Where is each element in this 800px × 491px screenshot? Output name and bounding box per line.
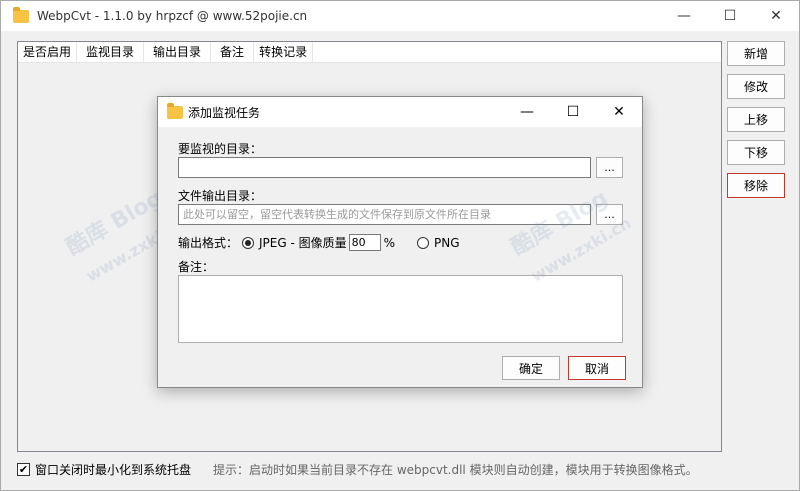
- move-up-button[interactable]: 上移: [727, 107, 785, 132]
- format-row: 输出格式： JPEG - 图像质量 80 % PNG: [178, 234, 460, 251]
- title-bar: WebpCvt - 1.1.0 by hrpzcf @ www.52pojie.…: [1, 1, 799, 31]
- dialog-title: 添加监视任务: [188, 105, 261, 120]
- dialog-minimize-button[interactable]: —: [504, 97, 550, 127]
- dialog-maximize-button[interactable]: ☐: [550, 97, 596, 127]
- dialog-window-controls: — ☐ ✕: [504, 97, 642, 127]
- folder-icon: [167, 102, 183, 119]
- png-radio[interactable]: [417, 236, 430, 249]
- output-dir-label: 文件输出目录：: [178, 189, 263, 203]
- format-label: 输出格式：: [178, 236, 239, 250]
- table-header: 是否启用 监视目录 输出目录 备注 转换记录: [18, 42, 721, 63]
- minimize-to-tray-checkbox[interactable]: ✔: [17, 462, 30, 476]
- output-dir-browse-button[interactable]: ...: [596, 204, 623, 225]
- close-button[interactable]: ✕: [753, 1, 799, 31]
- folder-icon: [13, 6, 29, 23]
- percent-label: %: [383, 235, 396, 250]
- ok-button[interactable]: 确定: [502, 356, 560, 380]
- quality-input[interactable]: 80: [348, 234, 381, 251]
- remove-button[interactable]: 移除: [727, 173, 785, 198]
- column-header-enabled[interactable]: 是否启用: [18, 42, 78, 63]
- note-textarea[interactable]: [178, 275, 623, 343]
- window-title: WebpCvt - 1.1.0 by hrpzcf @ www.52pojie.…: [37, 9, 308, 23]
- column-header-history[interactable]: 转换记录: [254, 42, 314, 63]
- output-dir-input[interactable]: 此处可以留空，留空代表转换生成的文件保存到原文件所在目录: [178, 204, 591, 225]
- column-header-note[interactable]: 备注: [211, 42, 255, 63]
- window-controls: — ☐ ✕: [661, 1, 799, 31]
- jpeg-label[interactable]: JPEG - 图像质量: [259, 234, 347, 251]
- radio-selected-dot: [245, 239, 252, 246]
- watch-dir-browse-button[interactable]: ...: [596, 157, 623, 178]
- note-label: 备注：: [178, 260, 215, 274]
- add-task-dialog: 添加监视任务 — ☐ ✕ 要监视的目录： ... 文件输出目录： 此处可以留空，…: [157, 96, 643, 388]
- minimize-button[interactable]: —: [661, 1, 707, 31]
- hint-text: 提示：启动时如果当前目录不存在 webpcvt.dll 模块则自动创建，模块用于…: [213, 462, 698, 477]
- column-header-watch-dir[interactable]: 监视目录: [77, 42, 145, 63]
- add-button[interactable]: 新增: [727, 41, 785, 66]
- watch-dir-input[interactable]: [178, 157, 591, 178]
- watch-dir-label: 要监视的目录：: [178, 142, 263, 156]
- png-label[interactable]: PNG: [434, 236, 460, 250]
- dialog-close-button[interactable]: ✕: [596, 97, 642, 127]
- maximize-button[interactable]: ☐: [707, 1, 753, 31]
- dialog-title-bar: 添加监视任务 — ☐ ✕: [158, 97, 642, 127]
- cancel-button[interactable]: 取消: [568, 356, 626, 380]
- minimize-to-tray-label[interactable]: 窗口关闭时最小化到系统托盘: [35, 461, 191, 478]
- edit-button[interactable]: 修改: [727, 74, 785, 99]
- bottom-bar: ✔ 窗口关闭时最小化到系统托盘 提示：启动时如果当前目录不存在 webpcvt.…: [17, 459, 698, 479]
- jpeg-radio[interactable]: [242, 236, 255, 249]
- move-down-button[interactable]: 下移: [727, 140, 785, 165]
- column-header-output-dir[interactable]: 输出目录: [144, 42, 212, 63]
